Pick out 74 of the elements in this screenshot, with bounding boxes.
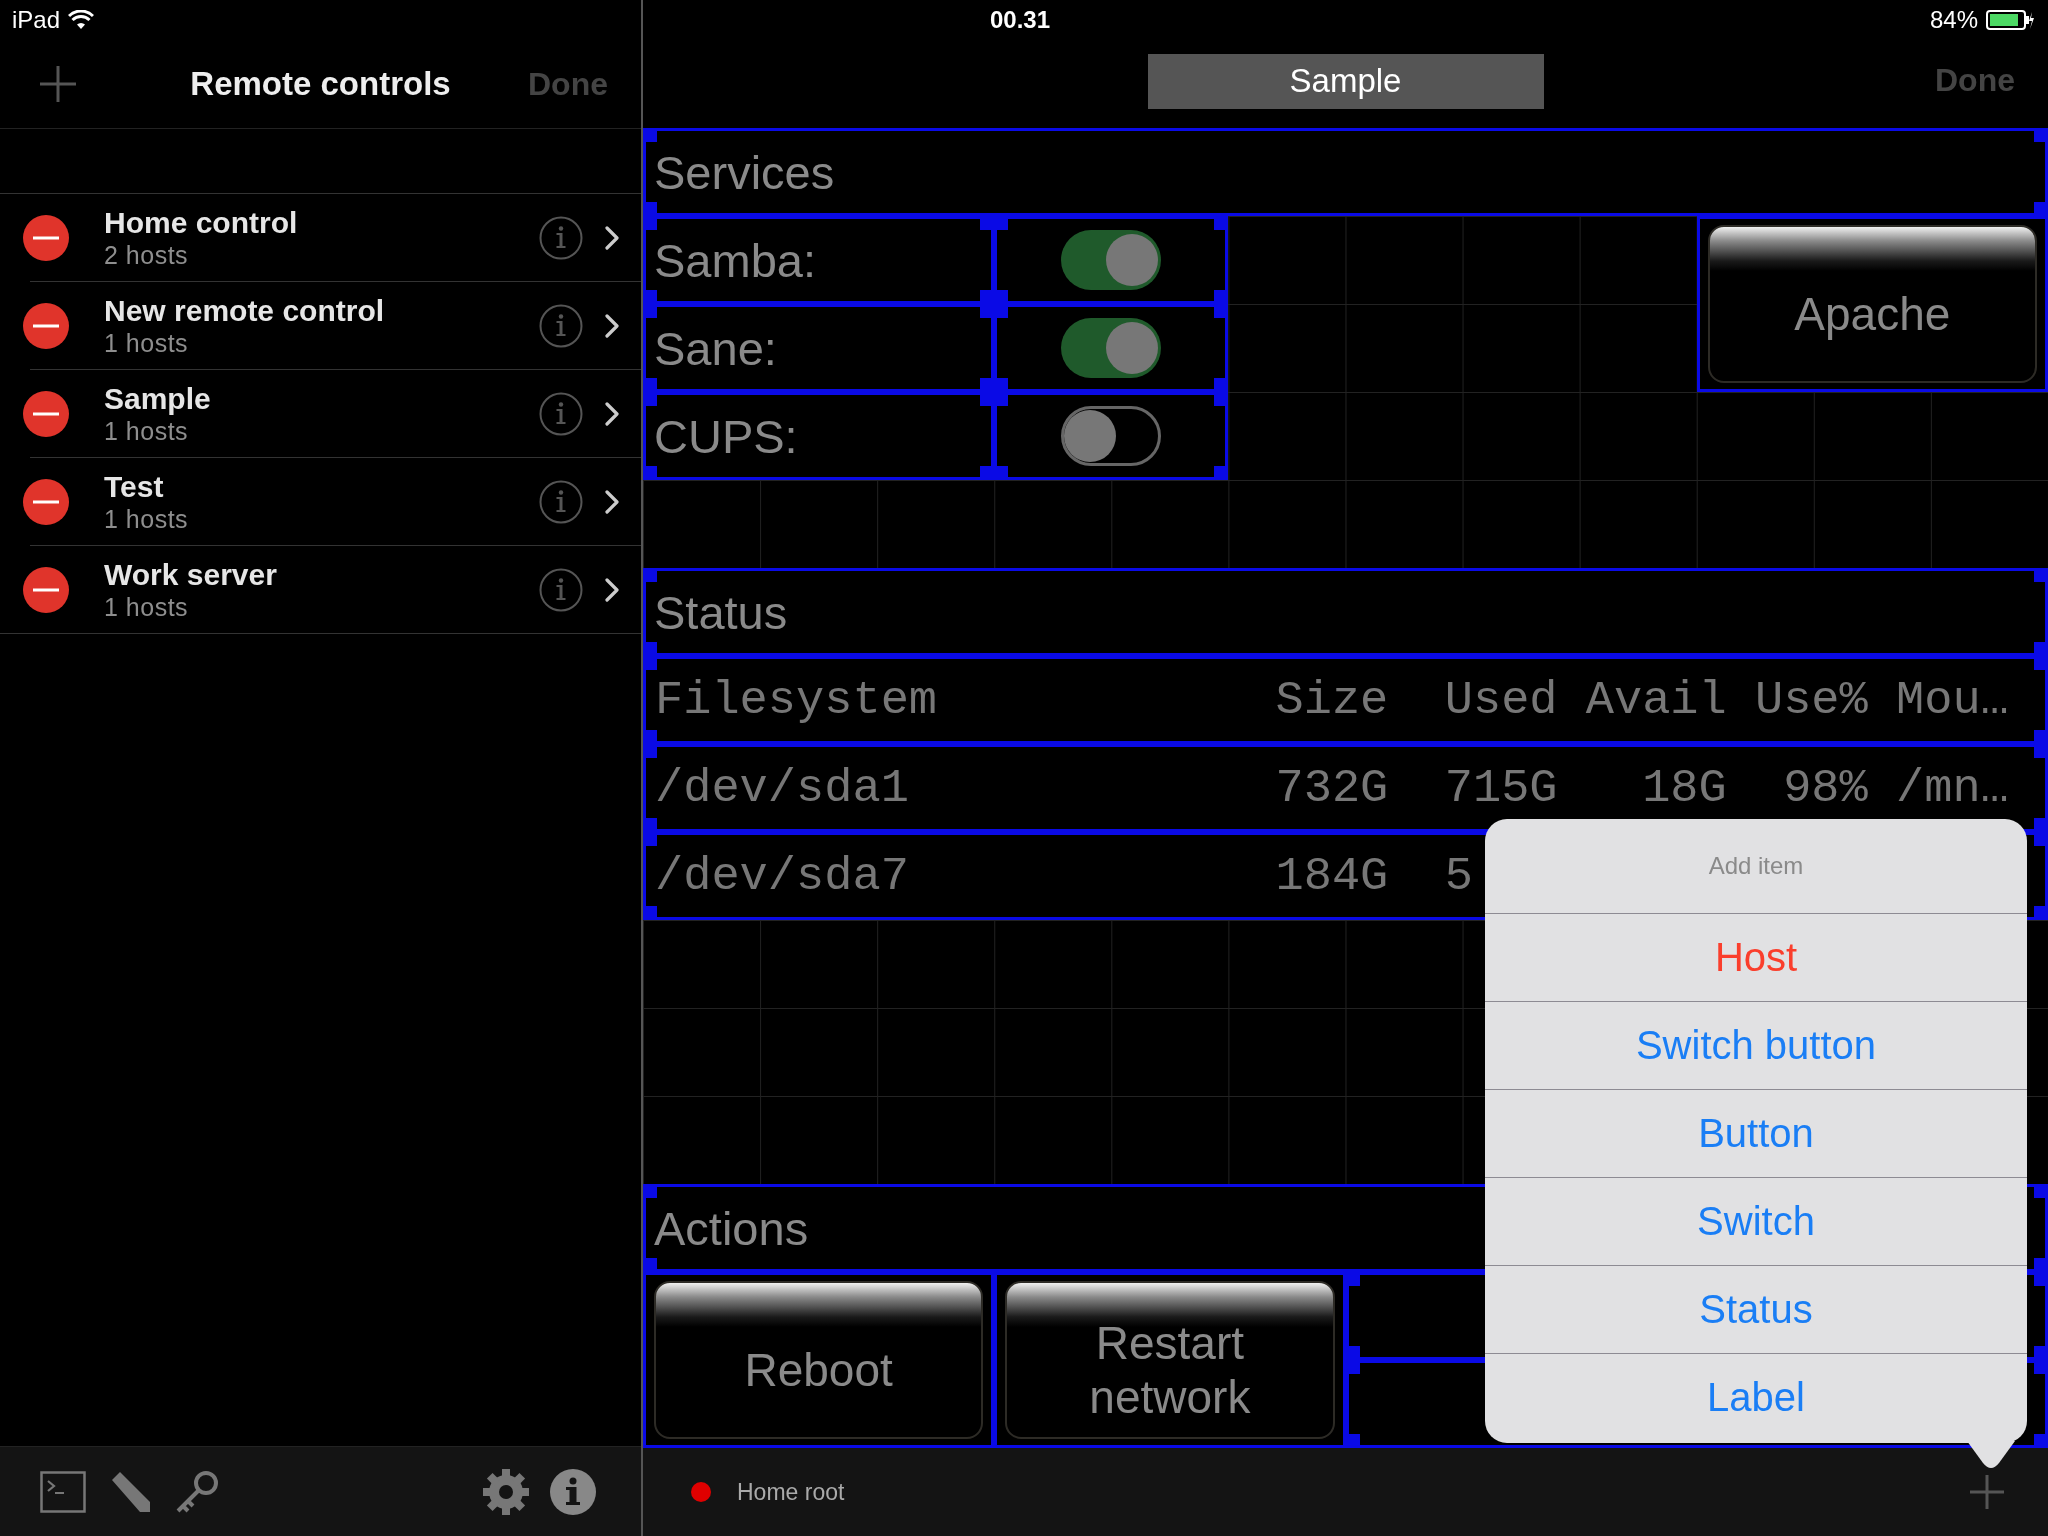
item-title: Work server <box>104 557 278 592</box>
table-cell-text: /dev/sda7 <box>655 849 910 903</box>
panel-title: Remote controls <box>190 65 451 103</box>
item-subtitle: 2 hosts <box>104 239 190 270</box>
chevron-icon <box>605 401 619 426</box>
item-subtitle: 1 hosts <box>104 503 190 534</box>
item-title: Test <box>104 469 165 504</box>
add-button[interactable] <box>40 66 76 102</box>
chevron-icon <box>605 225 619 250</box>
menu-item[interactable]: Switch <box>1485 1177 2027 1265</box>
label-item: CUPS: <box>643 392 995 480</box>
item-title: Sample <box>104 381 212 416</box>
table-cell-text: 98% <box>1782 761 1869 815</box>
device-name: iPad <box>12 6 61 34</box>
item-title: New remote control <box>104 293 386 328</box>
menu-item[interactable]: Host <box>1485 913 2027 1001</box>
table-cell-text: /dev/sda1 <box>655 761 910 815</box>
section-header: Status <box>643 568 2048 656</box>
menu-item[interactable]: Label <box>1485 1353 2027 1441</box>
done-button[interactable]: Done <box>1935 62 2015 99</box>
info-button[interactable] <box>539 479 583 524</box>
column-header: Avail <box>1585 673 1728 727</box>
table-cell-text: /mn… <box>1895 761 2010 815</box>
chevron-icon <box>605 577 619 602</box>
key-icon[interactable] <box>174 1468 220 1515</box>
menu-item[interactable]: Button <box>1485 1089 2027 1177</box>
label-item: Sane: <box>643 304 995 392</box>
toggle-switch[interactable] <box>1061 406 1162 466</box>
toggle-switch[interactable] <box>1061 230 1162 290</box>
info-button[interactable] <box>539 391 583 436</box>
column-header: Use% <box>1754 673 1869 727</box>
section-header: Services <box>643 128 2048 216</box>
column-header: Size <box>1275 673 1390 727</box>
delete-button[interactable] <box>23 302 69 349</box>
column-header: Used <box>1444 673 1559 727</box>
settings-icon[interactable] <box>482 1467 530 1516</box>
table-cell-text: 184G <box>1275 849 1390 903</box>
item-subtitle: 1 hosts <box>104 591 190 622</box>
menu-item[interactable]: Status <box>1485 1265 2027 1353</box>
info-button[interactable] <box>539 567 583 612</box>
battery-percent: 84% <box>1929 6 1978 34</box>
info-button[interactable] <box>539 303 583 348</box>
column-header: Filesystem <box>655 673 939 727</box>
apache-button[interactable]: Apache <box>1707 225 2037 383</box>
label-item: Samba: <box>643 216 995 304</box>
battery-icon <box>1986 10 2034 30</box>
delete-button[interactable] <box>23 390 69 437</box>
wifi-icon <box>68 10 95 30</box>
chevron-icon <box>605 313 619 338</box>
title-field[interactable]: Sample <box>1147 53 1544 109</box>
info-icon[interactable] <box>550 1468 596 1515</box>
terminal-icon[interactable] <box>40 1470 86 1513</box>
table-cell-text: 732G <box>1275 761 1390 815</box>
column-header: Mou… <box>1895 673 2010 727</box>
done-button[interactable]: Done <box>528 65 608 103</box>
action-button[interactable]: Restart network <box>1005 1281 1335 1439</box>
host-name: Home root <box>737 1478 845 1506</box>
menu-item[interactable]: Switch button <box>1485 1001 2027 1089</box>
item-subtitle: 1 hosts <box>104 415 190 446</box>
item-subtitle: 1 hosts <box>104 327 190 358</box>
delete-button[interactable] <box>23 214 69 261</box>
action-button[interactable]: Reboot <box>654 1281 984 1439</box>
popover-title: Add item <box>1707 851 1805 881</box>
add-button[interactable] <box>1970 1475 2004 1509</box>
delete-button[interactable] <box>23 566 69 613</box>
item-title: Home control <box>104 205 299 240</box>
toggle-switch[interactable] <box>1061 318 1162 378</box>
chevron-icon <box>605 489 619 514</box>
clock-time: 00.31 <box>990 6 1051 34</box>
delete-button[interactable] <box>23 478 69 525</box>
table-cell-text: 715G <box>1444 761 1559 815</box>
table-cell-text: 18G <box>1641 761 1728 815</box>
table-cell-text: 5 <box>1444 849 1474 903</box>
info-button[interactable] <box>539 215 583 260</box>
